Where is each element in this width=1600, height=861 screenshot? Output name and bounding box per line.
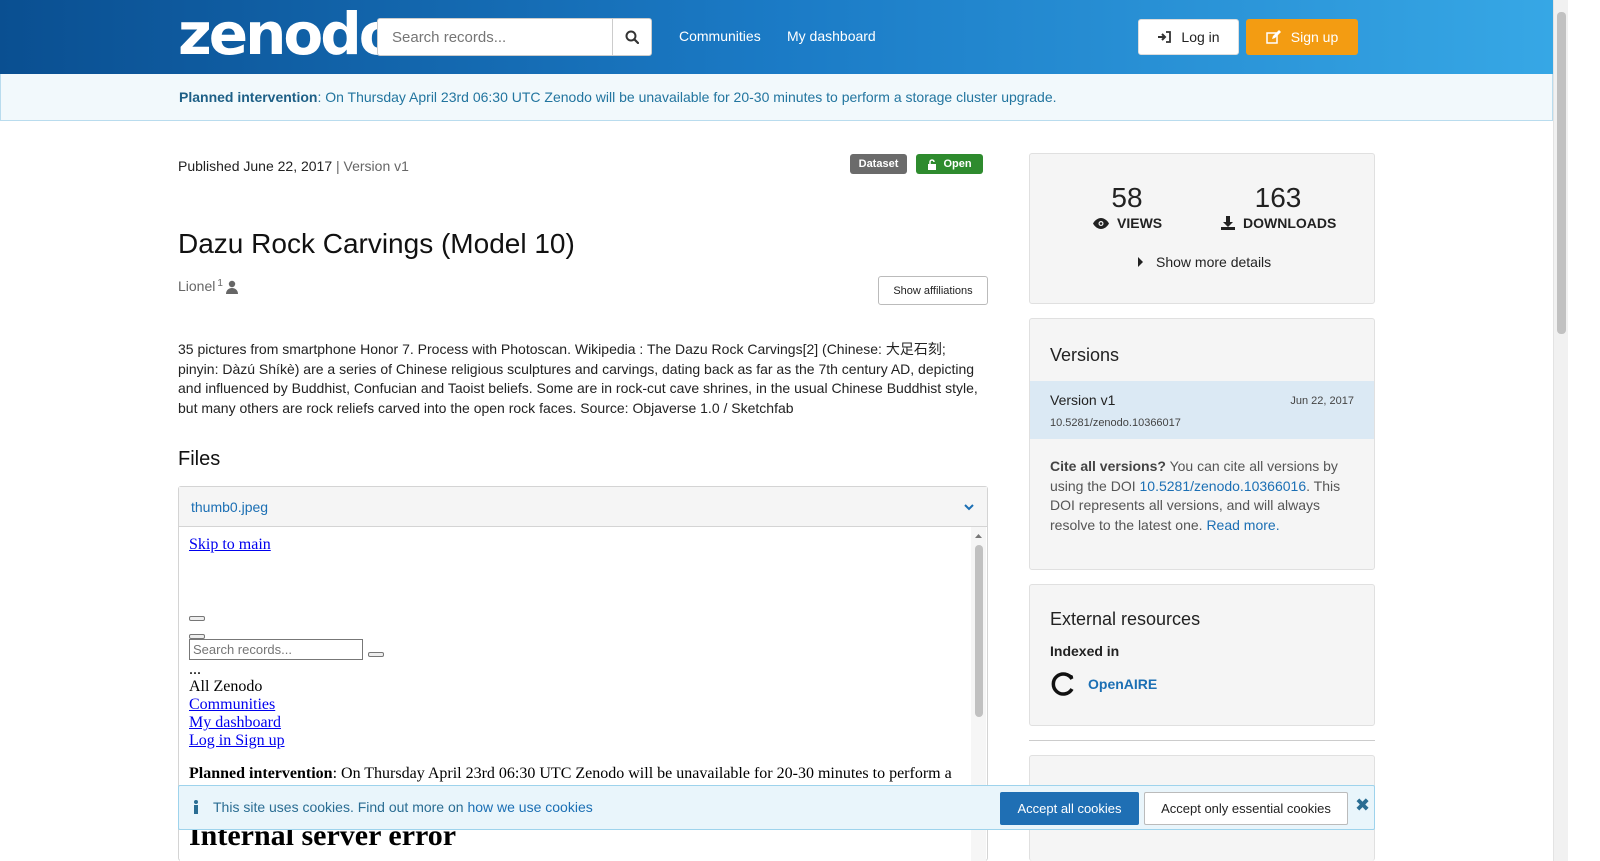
downloads-label: DOWNLOADS [1221, 215, 1336, 231]
preview-search-button[interactable] [368, 652, 384, 657]
cookie-banner: This site uses cookies. Find out more on… [178, 785, 1375, 830]
chevron-down-icon[interactable] [963, 503, 975, 511]
preview-dots: ... [189, 661, 201, 678]
external-resources-panel: External resources Indexed in OpenAIRE [1029, 584, 1375, 726]
show-affiliations-button[interactable]: Show affiliations [878, 276, 988, 305]
author[interactable]: Lionel 1 [178, 278, 239, 294]
unlock-icon [928, 158, 937, 170]
search-icon [625, 30, 639, 44]
close-icon[interactable]: ✖ [1355, 795, 1370, 816]
info-icon [194, 800, 198, 814]
banner-text: Planned intervention: On Thursday April … [179, 89, 1057, 105]
nav-communities[interactable]: Communities [679, 28, 761, 44]
sidebar-divider [1029, 740, 1375, 741]
zenodo-logo[interactable]: zenodo [178, 4, 399, 64]
accept-all-cookies-button[interactable]: Accept all cookies [1000, 792, 1139, 825]
sign-in-icon [1158, 31, 1172, 43]
signup-button[interactable]: Sign up [1246, 19, 1358, 55]
download-icon [1221, 216, 1235, 230]
publication-info: Published June 22, 2017 | Version v1 [178, 158, 409, 174]
preview-scrollbar-thumb[interactable] [975, 545, 983, 717]
stats-panel: 58 VIEWS 163 DOWNLOADS Show more details [1029, 153, 1375, 304]
preview-skip-link[interactable]: Skip to main [189, 536, 271, 554]
cite-all-versions: Cite all versions? You can cite all vers… [1050, 458, 1341, 533]
page-scrollbar[interactable] [1553, 0, 1568, 861]
caret-right-icon [1138, 257, 1143, 267]
read-more-link[interactable]: Read more. [1206, 517, 1279, 533]
page-scrollbar-thumb[interactable] [1557, 12, 1566, 334]
user-icon [225, 280, 238, 294]
open-access-badge: Open [916, 154, 983, 174]
edit-icon [1266, 30, 1281, 44]
versions-panel: Versions Version v1 Jun 22, 2017 10.5281… [1029, 318, 1375, 570]
views-count: 58 [1111, 182, 1143, 213]
preview-communities-link[interactable]: Communities [189, 696, 275, 714]
versions-heading: Versions [1050, 345, 1120, 365]
indexed-in-label: Indexed in [1050, 643, 1120, 659]
top-header: zenodo Communities My dashboard Log in S… [0, 0, 1568, 74]
show-more-details[interactable]: Show more details [1138, 254, 1271, 270]
preview-search-input[interactable] [189, 639, 363, 660]
scroll-up-icon[interactable] [971, 530, 986, 542]
search-button[interactable] [612, 18, 652, 56]
files-heading: Files [178, 448, 221, 470]
dataset-badge: Dataset [850, 154, 907, 174]
preview-planned-text: Planned intervention: On Thursday April … [189, 765, 952, 782]
maintenance-banner: Planned intervention: On Thursday April … [0, 74, 1553, 121]
preview-login-link[interactable]: Log in Sign up [189, 732, 285, 750]
search-bar [377, 18, 652, 56]
eye-icon [1093, 217, 1109, 229]
signup-label: Sign up [1290, 29, 1339, 45]
author-name: Lionel [178, 278, 216, 294]
login-label: Log in [1181, 29, 1220, 45]
preview-button[interactable] [189, 616, 205, 621]
views-label: VIEWS [1093, 215, 1162, 231]
record-description: 35 pictures from smartphone Honor 7. Pro… [178, 341, 978, 416]
version-name[interactable]: Version v1 [1050, 392, 1115, 408]
preview-dashboard-link[interactable]: My dashboard [189, 714, 281, 732]
version-date: Jun 22, 2017 [1290, 395, 1354, 407]
accept-essential-cookies-button[interactable]: Accept only essential cookies [1144, 792, 1348, 825]
preview-all-zenodo: All Zenodo [189, 678, 263, 695]
downloads-count: 163 [1254, 182, 1302, 213]
record-title: Dazu Rock Carvings (Model 10) [178, 228, 575, 259]
cookie-policy-link[interactable]: how we use cookies [467, 799, 592, 815]
file-name[interactable]: thumb0.jpeg [191, 499, 268, 515]
openaire-link[interactable]: OpenAIRE [1050, 671, 1157, 697]
openaire-icon [1051, 672, 1074, 696]
version-doi: 10.5281/zenodo.10366017 [1050, 417, 1181, 429]
search-input[interactable] [377, 18, 612, 56]
version-item[interactable]: Version v1 Jun 22, 2017 10.5281/zenodo.1… [1030, 381, 1374, 439]
cookie-text: This site uses cookies. Find out more on… [193, 799, 593, 815]
file-header[interactable]: thumb0.jpeg [179, 487, 987, 527]
login-button[interactable]: Log in [1138, 19, 1239, 55]
concept-doi-link[interactable]: 10.5281/zenodo.10366016 [1140, 478, 1307, 494]
external-heading: External resources [1050, 609, 1201, 629]
nav-my-dashboard[interactable]: My dashboard [787, 28, 876, 44]
